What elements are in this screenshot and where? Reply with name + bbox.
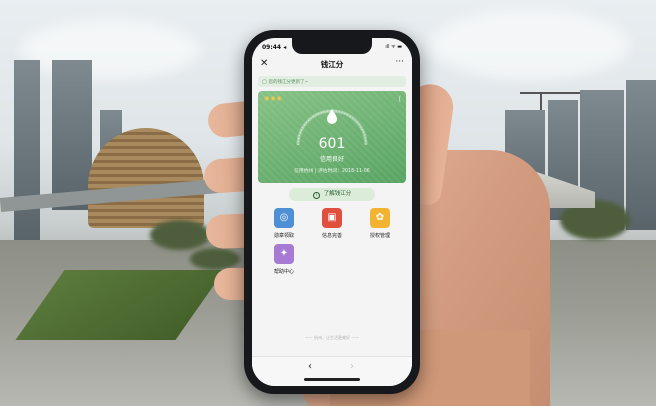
bottom-nav-bar: ‹ › <box>252 356 412 386</box>
feature-authorization[interactable]: ✿ 授权管理 <box>358 208 402 239</box>
footer-slogan: —— 杭州，让生活更美好 —— <box>304 335 360 340</box>
home-indicator[interactable] <box>304 378 360 381</box>
phone-screen: 09:44 ◂ ıll ᯤ ▬ ✕ 钱江分 ··· ◯ 您的钱江分更新了~ ◉◉… <box>252 38 412 386</box>
forward-arrow-icon[interactable]: › <box>350 361 354 372</box>
feature-label: 信息完善 <box>321 233 342 239</box>
status-time: 09:44 ◂ <box>262 44 287 51</box>
update-notice[interactable]: ◯ 您的钱江分更新了~ <box>258 76 406 87</box>
feature-help-center[interactable]: ✦ 帮助中心 <box>262 244 306 275</box>
medal-icon: ◎ <box>274 208 294 228</box>
feature-label: 帮助中心 <box>273 269 294 275</box>
credit-score-value: 601 <box>318 136 346 152</box>
evaluation-time: 信用杭州 | 评估时间：2018-11-06 <box>258 167 406 174</box>
feature-grid: ◎ 勋章领取 ▣ 信息完善 ✿ 授权管理 ✦ 帮助中心 <box>252 208 412 318</box>
info-icon: i <box>312 192 320 199</box>
notice-text: 您的钱江分更新了~ <box>268 80 309 85</box>
evaluation-date: 2018-11-06 <box>341 169 370 174</box>
feature-medal-claim[interactable]: ◎ 勋章领取 <box>262 208 306 239</box>
credit-score-card: ◉◉◉ ⟨ 601 信用良好 信用杭州 | 评估时间：2018-11-06 <box>258 91 406 183</box>
credit-level: 信用良好 <box>319 156 344 163</box>
mini-app-navbar: ✕ 钱江分 ··· <box>252 56 412 74</box>
back-arrow-icon[interactable]: ‹ <box>308 361 312 372</box>
status-icons: ıll ᯤ ▬ <box>385 44 402 50</box>
share-icon[interactable]: ⟨ <box>398 95 401 103</box>
learn-more-label: 了解钱江分 <box>323 191 352 197</box>
feature-label: 授权管理 <box>369 233 390 239</box>
learn-more-button[interactable]: i 了解钱江分 <box>289 188 375 201</box>
phone-notch <box>292 38 372 54</box>
evaluation-label: 信用杭州 | 评估时间： <box>294 169 342 174</box>
help-icon: ✦ <box>274 244 294 264</box>
authorize-icon: ✿ <box>370 208 390 228</box>
document-icon: ▣ <box>322 208 342 228</box>
more-menu-icon[interactable]: ··· <box>395 57 404 67</box>
feature-label: 勋章领取 <box>273 233 294 239</box>
smartphone: 09:44 ◂ ıll ᯤ ▬ ✕ 钱江分 ··· ◯ 您的钱江分更新了~ ◉◉… <box>244 30 420 394</box>
medal-badges[interactable]: ◉◉◉ <box>264 95 283 102</box>
notice-icon: ◯ <box>262 80 268 85</box>
page-title: 钱江分 <box>320 60 344 69</box>
feature-info-complete[interactable]: ▣ 信息完善 <box>310 208 354 239</box>
